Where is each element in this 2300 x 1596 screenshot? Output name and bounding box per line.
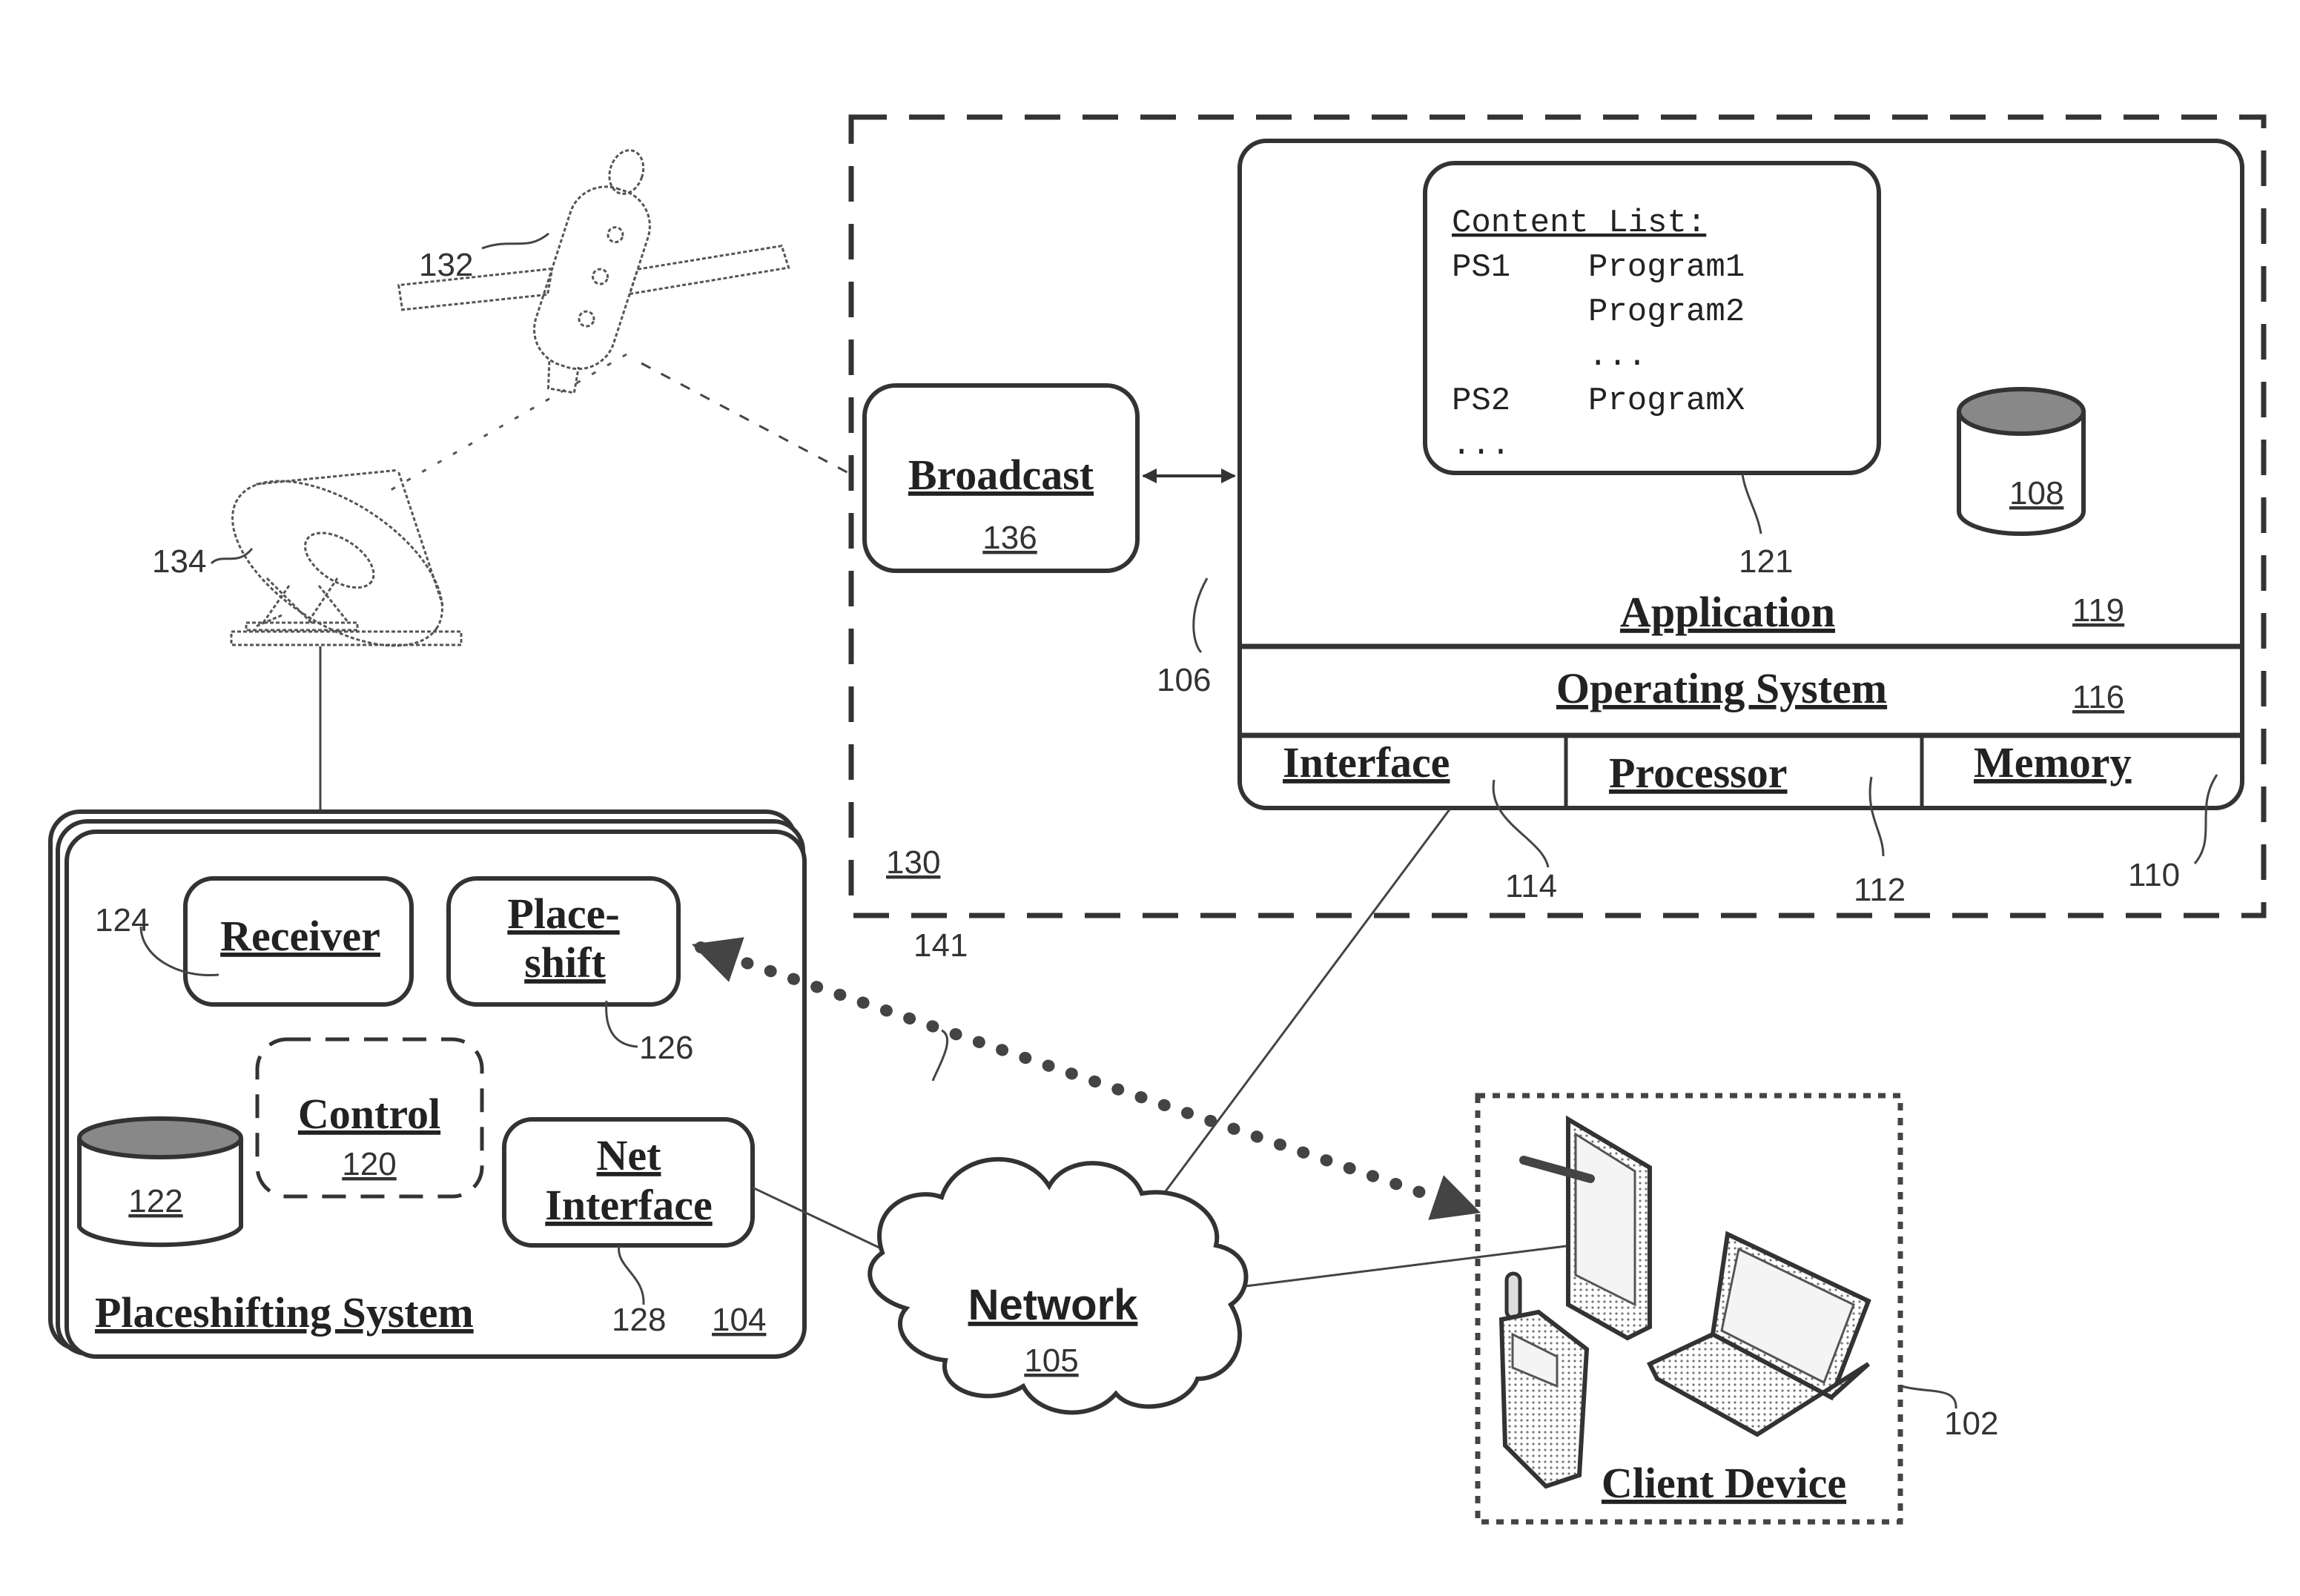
- ref-122: 122: [128, 1183, 182, 1219]
- client-device-102: Client Device: [1475, 1093, 1903, 1525]
- ref-136: 136: [982, 520, 1037, 556]
- placeshifting-system-label: Placeshifting System: [95, 1288, 474, 1337]
- network-device-link: [1140, 809, 1451, 1224]
- content-row-source: PS1: [1452, 249, 1510, 286]
- satellite-dish-link: [385, 353, 627, 494]
- content-row-program: ProgramX: [1588, 383, 1745, 420]
- ref-119: 119: [2072, 592, 2124, 629]
- satellite-broadcast-link: [641, 362, 852, 476]
- leader-141: [931, 1029, 949, 1082]
- ref-121: 121: [1739, 543, 1793, 580]
- content-row-program: Program1: [1588, 249, 1745, 286]
- ref-116: 116: [2072, 679, 2124, 715]
- ref-120: 120: [342, 1146, 396, 1182]
- ref-112: 112: [1854, 872, 1906, 908]
- content-row-program: ...: [1588, 338, 1647, 375]
- client-device-label: Client Device: [1602, 1459, 1846, 1507]
- ref-141: 141: [913, 927, 968, 964]
- leader-132: [481, 232, 549, 250]
- network-client-link: [1245, 1244, 1573, 1288]
- operating-system-label: Operating System: [1556, 664, 1887, 712]
- ref-105: 105: [1024, 1342, 1078, 1379]
- net-interface-label-line2: Interface: [545, 1181, 712, 1229]
- processor-label: Processor: [1609, 749, 1788, 797]
- memory-label: Memory: [1974, 738, 2132, 787]
- storage-cylinder-108: 108: [1957, 387, 2086, 536]
- tablet-icon: [1519, 1115, 1652, 1341]
- broadcast-label: Broadcast: [908, 451, 1094, 499]
- net-interface-128: Net Interface: [502, 1117, 755, 1248]
- network-label: Network: [968, 1281, 1139, 1329]
- ref-128: 128: [612, 1302, 666, 1338]
- content-row-program: Program2: [1588, 294, 1745, 331]
- ref-130: 130: [886, 844, 940, 881]
- placeshift-label-line1: Place-: [507, 890, 619, 938]
- storage-cylinder-122: 122: [77, 1116, 243, 1248]
- ref-114: 114: [1505, 868, 1557, 904]
- placeshift-126: Place- shift: [446, 876, 681, 1007]
- interface-label: Interface: [1283, 738, 1450, 787]
- network-cloud-105: Network 105: [868, 1156, 1249, 1415]
- content-list-panel: Content List: PS1 Program1 Program2 ... …: [1423, 161, 1881, 475]
- device-106: Content List: PS1 Program1 Program2 ... …: [1157, 139, 2244, 908]
- receiver-124: Receiver: [183, 876, 414, 1007]
- leader-106: [1192, 577, 1209, 654]
- application-label: Application: [1620, 588, 1835, 636]
- placeshift-label-line2: shift: [524, 938, 606, 987]
- satellite-dish-icon: [230, 468, 463, 647]
- ref-104: 104: [712, 1302, 766, 1338]
- placeshifting-system-104: Receiver 124 Place- shift 126 Control 12…: [48, 809, 807, 1359]
- ref-134: 134: [152, 543, 206, 580]
- ref-132: 132: [419, 247, 473, 283]
- ref-126: 126: [639, 1030, 693, 1066]
- ref-102: 102: [1944, 1405, 1998, 1442]
- content-row-source: PS2: [1452, 383, 1510, 420]
- ref-106: 106: [1157, 662, 1211, 698]
- control-120: Control 120: [255, 1037, 484, 1199]
- net-interface-label-line1: Net: [597, 1131, 662, 1179]
- laptop-icon: [1646, 1231, 1871, 1437]
- content-list-title: Content List:: [1452, 205, 1706, 242]
- content-row-source: ...: [1452, 427, 1510, 464]
- receiver-label: Receiver: [220, 912, 380, 960]
- control-label: Control: [298, 1090, 440, 1138]
- placeshifting-diagram: 130 Content List: PS1 Program1 Program2 …: [48, 114, 2267, 1525]
- ref-124: 124: [95, 902, 149, 938]
- ref-110: 110: [2128, 857, 2180, 893]
- ref-108: 108: [2009, 475, 2063, 511]
- broadcast-136: Broadcast 136: [862, 383, 1140, 573]
